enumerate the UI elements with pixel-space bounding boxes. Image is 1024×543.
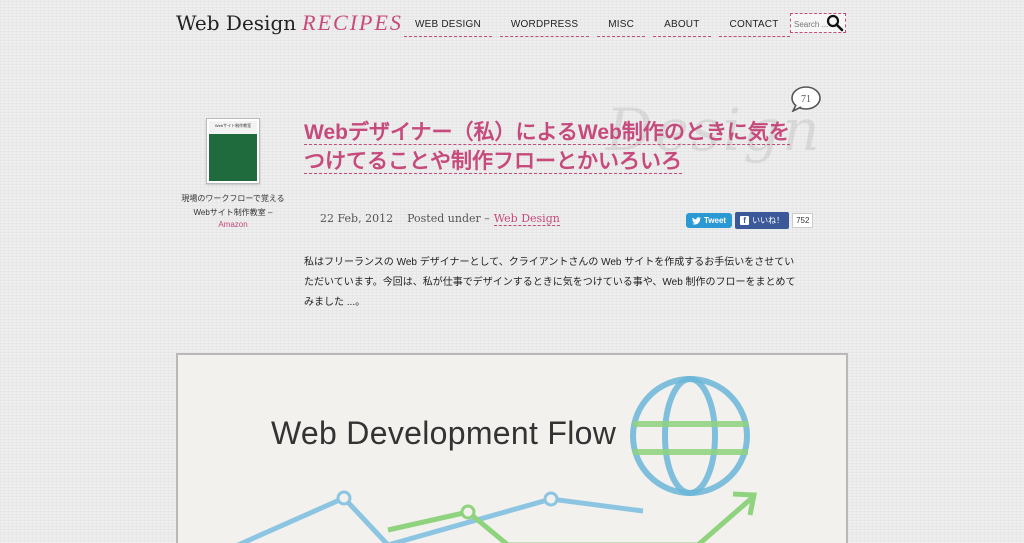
post-excerpt: 私はフリーランスの Web デザイナーとして、クライアントさんの Web サイト…: [304, 257, 796, 308]
nav-item-contact[interactable]: CONTACT: [718, 16, 790, 37]
tweet-button[interactable]: Tweet: [686, 213, 733, 228]
facebook-icon: f: [740, 216, 750, 225]
post-title-line-1: Webデザイナー（私）によるWeb制作のときに気を: [304, 121, 790, 145]
post-title-line-2: つけてることや制作フローとかいろいろ: [304, 150, 682, 174]
logo-accent-text: RECIPES: [302, 10, 403, 35]
post-title[interactable]: Webデザイナー（私）によるWeb制作のときに気を つけてることや制作フローとか…: [304, 118, 804, 176]
logo-main-text: Web Design: [176, 11, 297, 35]
nav-item-wordpress[interactable]: WORDPRESS: [499, 16, 590, 37]
site-logo[interactable]: Web Design RECIPES: [176, 10, 403, 36]
globe-icon: [630, 376, 750, 496]
post-category-link[interactable]: Web Design: [493, 212, 560, 226]
like-label: いいね！: [752, 216, 785, 225]
search-input[interactable]: [791, 15, 831, 34]
nav-item-misc[interactable]: MISC: [597, 16, 646, 37]
sidebar-book-ad: Webサイト制作教室 現場のワークフローで覚えるWebサイト制作教室 – Ama…: [176, 118, 290, 229]
nav-item-about[interactable]: ABOUT: [653, 16, 711, 37]
comment-count-bubble[interactable]: 71: [790, 86, 822, 112]
book-cover-title: Webサイト制作教室: [214, 123, 252, 128]
like-count: 752: [792, 213, 814, 228]
twitter-bird-icon: [692, 216, 701, 225]
search-box: [790, 13, 846, 34]
facebook-like-button[interactable]: f いいね！: [735, 212, 790, 229]
social-buttons: Tweet f いいね！ 752: [686, 212, 814, 229]
main-nav: WEB DESIGN WORDPRESS MISC ABOUT CONTACT: [404, 16, 790, 37]
tweet-label: Tweet: [704, 216, 727, 225]
posted-under-label: Posted under –: [407, 212, 490, 225]
search-icon[interactable]: [826, 14, 844, 32]
book-caption: 現場のワークフローで覚えるWebサイト制作教室 –: [181, 194, 285, 217]
comment-count: 71: [801, 94, 811, 105]
amazon-link[interactable]: Amazon: [176, 220, 290, 229]
book-cover-image[interactable]: Webサイト制作教室: [206, 118, 260, 184]
post-date: 22 Feb, 2012: [320, 212, 394, 225]
featured-image[interactable]: Web Development Flow: [176, 353, 848, 543]
nav-item-web-design[interactable]: WEB DESIGN: [404, 16, 492, 37]
hero-title: Web Development Flow: [271, 415, 617, 451]
post-meta: 22 Feb, 2012 Posted under – Web Design: [320, 212, 560, 226]
